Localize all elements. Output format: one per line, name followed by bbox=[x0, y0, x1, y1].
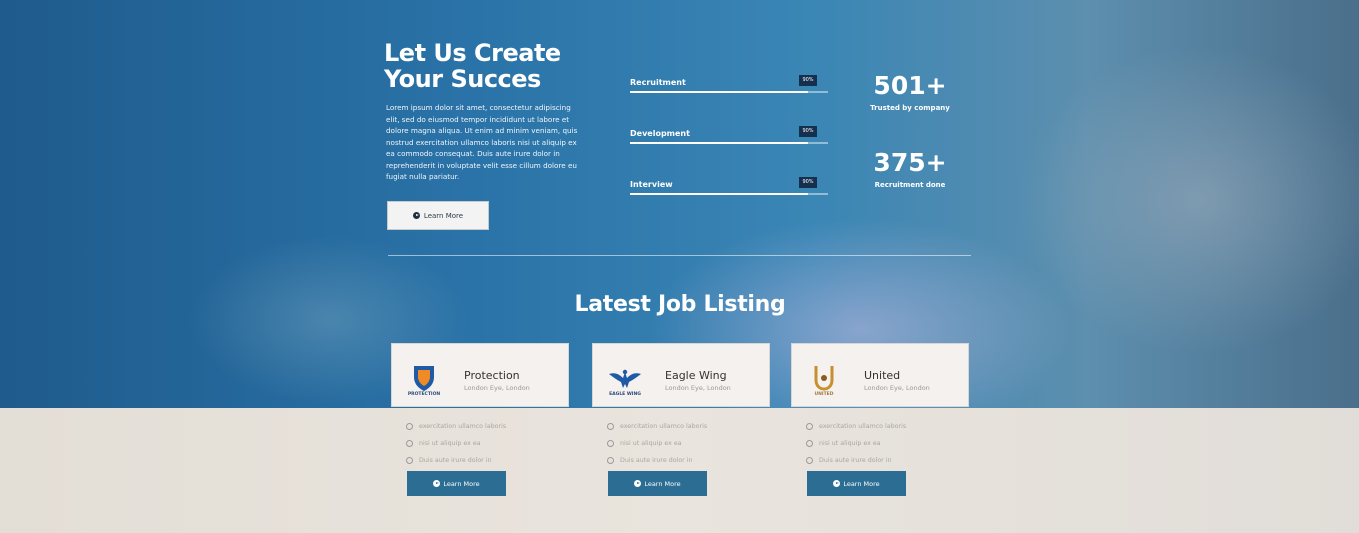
company-location: London Eye, London bbox=[464, 384, 530, 392]
stat-label: Trusted by company bbox=[870, 104, 950, 112]
skill-label: Interview bbox=[630, 180, 673, 189]
play-circle-icon bbox=[412, 212, 420, 219]
feature-text: exercitation ullamco laboris bbox=[419, 423, 507, 430]
company-name: United bbox=[864, 369, 901, 382]
learn-more-button-protection[interactable]: Learn More bbox=[407, 471, 506, 496]
stat-label: Recruitment done bbox=[874, 181, 946, 189]
feature-text: nisi ut aliquip ex ea bbox=[620, 440, 682, 447]
button-label: Learn More bbox=[843, 479, 880, 488]
check-circle-icon bbox=[406, 457, 413, 464]
hero-title-line2: Your Succes bbox=[384, 65, 541, 93]
check-circle-icon bbox=[806, 457, 813, 464]
play-circle-icon bbox=[833, 480, 841, 487]
list-item: Duis aute irure dolor in bbox=[406, 452, 586, 469]
stat-number: 375+ bbox=[873, 148, 947, 177]
shield-icon: PROTECTION bbox=[406, 362, 442, 398]
feature-text: nisi ut aliquip ex ea bbox=[819, 440, 881, 447]
stat-recruitment: 375+ Recruitment done bbox=[830, 148, 990, 190]
skill-percent-badge: 90% bbox=[799, 126, 817, 137]
job-features: exercitation ullamco laboris nisi ut ali… bbox=[806, 418, 986, 469]
list-item: exercitation ullamco laboris bbox=[806, 418, 986, 435]
feature-text: exercitation ullamco laboris bbox=[620, 423, 708, 430]
play-circle-icon bbox=[433, 480, 441, 487]
company-name: Eagle Wing bbox=[665, 369, 727, 382]
list-item: Duis aute irure dolor in bbox=[806, 452, 986, 469]
skill-track bbox=[630, 91, 828, 93]
logo-caption: PROTECTION bbox=[407, 392, 441, 397]
check-circle-icon bbox=[406, 423, 413, 430]
list-item: Duis aute irure dolor in bbox=[607, 452, 787, 469]
feature-text: Duis aute irure dolor in bbox=[819, 457, 892, 464]
skill-track bbox=[630, 142, 828, 144]
skill-percent-badge: 90% bbox=[799, 177, 817, 188]
check-circle-icon bbox=[406, 440, 413, 447]
skill-fill bbox=[630, 193, 809, 195]
united-u-icon: UNITED bbox=[806, 362, 842, 398]
job-card-eagle-wing[interactable]: EAGLE WING Eagle Wing London Eye, London bbox=[592, 343, 770, 407]
skill-track bbox=[630, 193, 828, 195]
check-circle-icon bbox=[806, 440, 813, 447]
check-circle-icon bbox=[806, 423, 813, 430]
stat-number: 501+ bbox=[873, 71, 947, 100]
hero-title: Let Us Create Your Succes bbox=[384, 40, 561, 92]
job-listing-title: Latest Job Listing bbox=[574, 292, 786, 317]
skill-fill bbox=[630, 91, 809, 93]
job-features: exercitation ullamco laboris nisi ut ali… bbox=[607, 418, 787, 469]
hero-description: Lorem ipsum dolor sit amet, consectetur … bbox=[386, 103, 578, 181]
stat-trusted: 501+ Trusted by company bbox=[830, 71, 990, 113]
skill-percent-badge: 90% bbox=[799, 75, 817, 86]
list-item: exercitation ullamco laboris bbox=[406, 418, 586, 435]
check-circle-icon bbox=[607, 440, 614, 447]
play-circle-icon bbox=[634, 480, 642, 487]
company-location: London Eye, London bbox=[665, 384, 731, 392]
company-location: London Eye, London bbox=[864, 384, 930, 392]
logo-caption: UNITED bbox=[814, 392, 834, 397]
feature-text: nisi ut aliquip ex ea bbox=[419, 440, 481, 447]
hero-learn-more-button[interactable]: Learn More bbox=[387, 201, 489, 230]
list-item: exercitation ullamco laboris bbox=[607, 418, 787, 435]
check-circle-icon bbox=[607, 457, 614, 464]
list-item: nisi ut aliquip ex ea bbox=[406, 435, 586, 452]
logo-caption: EAGLE WING bbox=[609, 392, 641, 397]
button-label: Learn More bbox=[644, 479, 681, 488]
company-name: Protection bbox=[464, 369, 520, 382]
feature-text: Duis aute irure dolor in bbox=[620, 457, 693, 464]
learn-more-button-united[interactable]: Learn More bbox=[807, 471, 906, 496]
section-divider bbox=[388, 255, 971, 256]
learn-more-button-eagle-wing[interactable]: Learn More bbox=[608, 471, 707, 496]
hero-title-line1: Let Us Create bbox=[384, 39, 561, 67]
list-item: nisi ut aliquip ex ea bbox=[806, 435, 986, 452]
feature-text: exercitation ullamco laboris bbox=[819, 423, 907, 430]
eagle-icon: EAGLE WING bbox=[607, 362, 643, 398]
job-card-protection[interactable]: PROTECTION Protection London Eye, London bbox=[391, 343, 569, 407]
job-card-united[interactable]: UNITED United London Eye, London bbox=[791, 343, 969, 407]
feature-text: Duis aute irure dolor in bbox=[419, 457, 492, 464]
job-features: exercitation ullamco laboris nisi ut ali… bbox=[406, 418, 586, 469]
hero-learn-more-label: Learn More bbox=[423, 211, 464, 220]
skill-fill bbox=[630, 142, 809, 144]
check-circle-icon bbox=[607, 423, 614, 430]
button-label: Learn More bbox=[443, 479, 480, 488]
skill-label: Development bbox=[630, 129, 690, 138]
list-item: nisi ut aliquip ex ea bbox=[607, 435, 787, 452]
skill-label: Recruitment bbox=[630, 78, 686, 87]
